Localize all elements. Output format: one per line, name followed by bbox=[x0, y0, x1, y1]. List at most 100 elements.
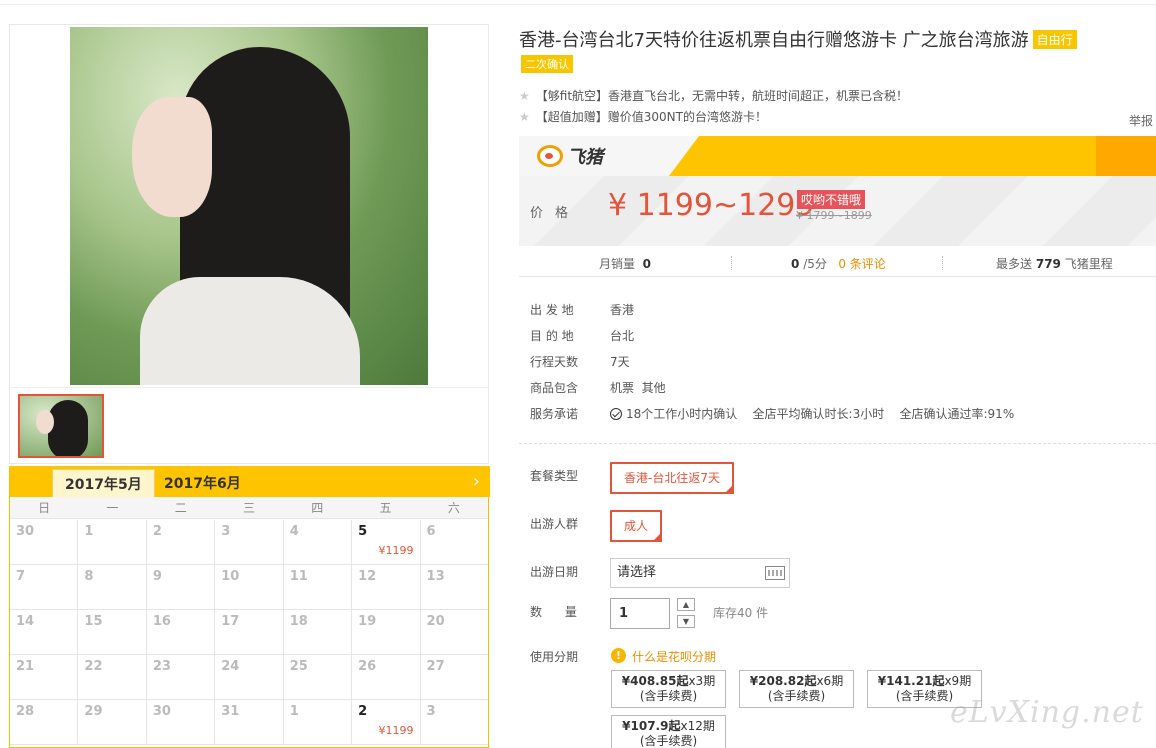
qty-down-icon[interactable]: ▼ bbox=[677, 615, 695, 628]
calendar-grid: 30 1 2 3 4 5 ¥1199 6 7 8 9 10 11 12 13 14 15 16 17 18 19 20 21… bbox=[10, 520, 488, 745]
sales-stats: 月销量 0 0 /5分 0 条评论 最多送 779 飞猪里程 bbox=[519, 252, 1156, 272]
calendar-day-number: 6 bbox=[426, 524, 436, 539]
attr-days-label: 行程天数 bbox=[530, 355, 579, 369]
star-icon: ★ bbox=[519, 89, 530, 103]
report-link[interactable]: 举报 bbox=[1129, 112, 1153, 129]
calendar-day-price: ¥1199 bbox=[378, 724, 414, 737]
calendar-day-number: 22 bbox=[84, 659, 103, 674]
calendar-icon[interactable] bbox=[765, 566, 785, 580]
monthly-sales: 月销量 0 bbox=[599, 257, 652, 271]
calendar-day-available[interactable]: 5 ¥1199 bbox=[352, 520, 421, 564]
chevron-right-icon[interactable]: › bbox=[473, 471, 480, 492]
calendar-day: 11 bbox=[284, 565, 353, 609]
calendar-day: 17 bbox=[215, 610, 284, 654]
star-icon: ★ bbox=[519, 110, 530, 124]
calendar-day-number: 4 bbox=[289, 524, 299, 539]
calendar-week-row: 30 1 2 3 4 5 ¥1199 6 bbox=[10, 520, 488, 565]
calendar-day: 22 bbox=[78, 655, 147, 699]
installment-label: 使用分期 bbox=[530, 650, 579, 664]
weekday-label: 三 bbox=[242, 501, 255, 515]
attr-includes-label: 商品包含 bbox=[530, 381, 579, 395]
date-picker-input[interactable]: 请选择 bbox=[610, 558, 790, 588]
calendar-day: 10 bbox=[215, 565, 284, 609]
calendar-day-number: 15 bbox=[84, 614, 103, 629]
calendar-day: 13 bbox=[421, 565, 488, 609]
attr-includes-value: 机票 其他 bbox=[610, 381, 666, 395]
calendar-day-available[interactable]: 2 ¥1199 bbox=[352, 700, 421, 744]
calendar-day-number: 1 bbox=[84, 524, 94, 539]
check-circle-icon bbox=[610, 408, 622, 420]
section-divider bbox=[519, 443, 1156, 444]
calendar-day-number: 2 bbox=[152, 524, 162, 539]
calendar-day: 21 bbox=[10, 655, 79, 699]
calendar-day: 6 bbox=[421, 520, 488, 564]
calendar-day-number: 18 bbox=[289, 614, 308, 629]
calendar-day-number: 19 bbox=[358, 614, 377, 629]
calendar-day-number: 28 bbox=[16, 704, 35, 719]
calendar-day: 1 bbox=[78, 520, 147, 564]
calendar-day: 3 bbox=[215, 520, 284, 564]
feature-2-text: 【超值加赠】赠价值300NT的台湾悠游卡！ bbox=[535, 110, 767, 124]
calendar-day-number: 2 bbox=[358, 704, 368, 719]
people-label: 出游人群 bbox=[530, 517, 579, 531]
calendar-day-number: 3 bbox=[426, 704, 436, 719]
product-title: 香港-台湾台北7天特价往返机票自由行赠悠游卡 广之旅台湾旅游 自由行 bbox=[519, 26, 1077, 52]
calendar-day-number: 30 bbox=[16, 524, 35, 539]
calendar-day-number: 29 bbox=[84, 704, 103, 719]
calendar-day: 18 bbox=[284, 610, 353, 654]
service-label: 服务承诺 bbox=[530, 407, 579, 421]
calendar-tab-current-month[interactable]: 2017年5月 bbox=[52, 469, 155, 497]
calendar-week-row: 28 29 30 31 1 2 ¥1199 3 bbox=[10, 700, 488, 745]
fliggy-logo: 飞猪 bbox=[537, 143, 603, 169]
calendar-day: 30 bbox=[147, 700, 216, 744]
calendar-day-number: 23 bbox=[152, 659, 171, 674]
rating: 0 /5分 0 条评论 bbox=[791, 257, 886, 271]
calendar-day: 7 bbox=[10, 565, 79, 609]
stats-divider bbox=[519, 276, 1156, 277]
miles-reward: 最多送 779 飞猪里程 bbox=[996, 257, 1113, 271]
calendar-day-number: 9 bbox=[152, 569, 162, 584]
calendar-day-number: 7 bbox=[16, 569, 26, 584]
package-option-selected[interactable]: 香港-台北往返7天 bbox=[610, 462, 734, 494]
pig-logo-icon bbox=[537, 145, 563, 167]
thumbnail-1[interactable] bbox=[18, 394, 104, 458]
calendar-day-number: 21 bbox=[16, 659, 35, 674]
quantity-input[interactable]: 1 bbox=[610, 598, 670, 629]
calendar-day-number: 10 bbox=[221, 569, 240, 584]
original-price: ¥ 1799~1899 bbox=[796, 209, 872, 222]
calendar-day: 1 bbox=[284, 700, 353, 744]
installment-option-3[interactable]: ¥408.85起x3期 (含手续费) bbox=[611, 670, 726, 708]
calendar-day-price: ¥1199 bbox=[378, 544, 414, 557]
reviews-link[interactable]: 0 条评论 bbox=[838, 257, 885, 271]
package-label: 套餐类型 bbox=[530, 469, 579, 483]
weekday-label: 六 bbox=[447, 501, 460, 515]
calendar-day-number: 17 bbox=[221, 614, 240, 629]
attr-departure-label: 出 发 地 bbox=[530, 303, 574, 317]
calendar-day: 3 bbox=[421, 700, 488, 744]
price-box: 价格 ¥ 1199~1299 哎哟不错哦 ¥ 1799~1899 bbox=[519, 176, 1156, 246]
attr-departure-value: 香港 bbox=[610, 303, 635, 317]
tag-second-confirm: 二次确认 bbox=[521, 55, 573, 73]
calendar-day: 16 bbox=[147, 610, 216, 654]
people-option-selected[interactable]: 成人 bbox=[610, 510, 662, 542]
top-divider bbox=[0, 4, 1156, 5]
watermark: eLvXing.net bbox=[950, 695, 1144, 730]
calendar-tab-next-month[interactable]: 2017年6月 bbox=[152, 469, 253, 497]
attr-days-value: 7天 bbox=[610, 355, 630, 369]
weekday-label: 五 bbox=[379, 501, 392, 515]
calendar-day-number: 5 bbox=[358, 524, 368, 539]
qty-up-icon[interactable]: ▲ bbox=[677, 598, 695, 611]
calendar-day: 2 bbox=[147, 520, 216, 564]
installment-option-6[interactable]: ¥208.82起x6期 (含手续费) bbox=[739, 670, 854, 708]
stock-text: 库存40 件 bbox=[713, 606, 769, 620]
main-product-photo[interactable] bbox=[70, 27, 428, 385]
calendar-day: 29 bbox=[78, 700, 147, 744]
calendar-day: 8 bbox=[78, 565, 147, 609]
huabei-link[interactable]: 什么是花呗分期 bbox=[632, 648, 716, 665]
installment-option-12[interactable]: ¥107.9起x12期 (含手续费) bbox=[611, 715, 726, 748]
weekday-label: 日 bbox=[38, 501, 51, 515]
product-title-text: 香港-台湾台北7天特价往返机票自由行赠悠游卡 广之旅台湾旅游 bbox=[519, 30, 1029, 51]
feature-1-text: 【够fit航空】香港直飞台北，无需中转，航班时间超正，机票已含税！ bbox=[535, 89, 909, 103]
calendar-week-row: 14 15 16 17 18 19 20 bbox=[10, 610, 488, 655]
calendar-weekdays: 日一二三四五六 bbox=[10, 497, 488, 519]
